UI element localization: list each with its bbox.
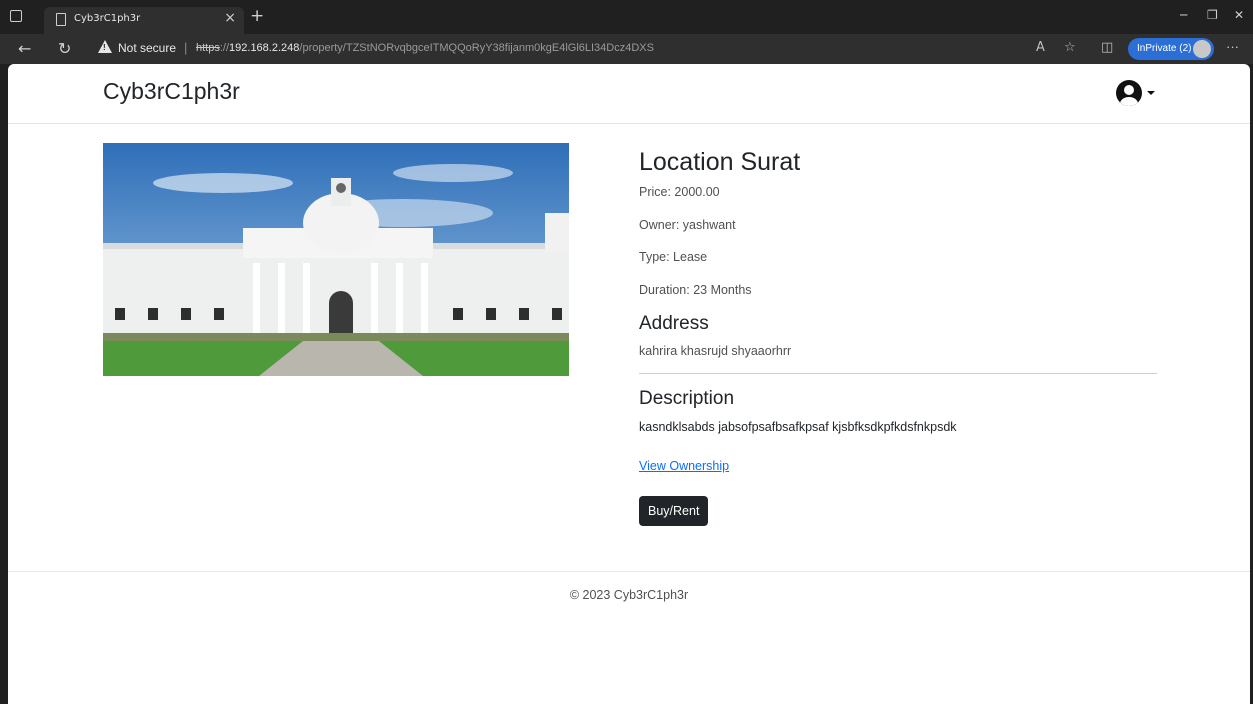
avatar <box>1193 40 1211 58</box>
price-text: Price: 2000.00 <box>639 185 720 199</box>
page-viewport: Cyb3rC1ph3r Location Surat Price: 2000.0… <box>8 64 1250 704</box>
new-tab-button[interactable]: + <box>250 6 264 26</box>
reload-icon[interactable]: ↻ <box>58 39 71 58</box>
caret-down-icon[interactable] <box>1147 91 1155 95</box>
footer-divider <box>8 571 1250 572</box>
inprivate-label: InPrivate (2) <box>1137 43 1192 54</box>
star-icon[interactable]: ☆ <box>1064 40 1076 55</box>
read-aloud-icon[interactable]: A <box>1036 40 1045 55</box>
type-text: Type: Lease <box>639 250 708 264</box>
duration-text: Duration: 23 Months <box>639 283 752 297</box>
address-heading: Address <box>639 313 709 334</box>
site-brand[interactable]: Cyb3rC1ph3r <box>103 78 240 105</box>
url-separator: | <box>184 40 188 55</box>
url-field[interactable]: ! Not secure | https://192.168.2.248/pro… <box>90 37 1120 61</box>
more-icon[interactable]: ··· <box>1226 39 1239 54</box>
address-text: kahrira khasrujd shyaaorhrr <box>639 344 792 358</box>
description-text: kasndklsabds jabsofpsafbsafkpsaf kjsbfks… <box>639 420 957 434</box>
view-ownership-link[interactable]: View Ownership <box>639 459 729 473</box>
buy-rent-button[interactable]: Buy/Rent <box>639 496 709 526</box>
minimize-icon[interactable]: ─ <box>1180 8 1187 22</box>
split-screen-icon[interactable]: ◫ <box>1101 40 1113 55</box>
close-window-icon[interactable]: ✕ <box>1234 8 1244 22</box>
tab-actions-icon[interactable] <box>10 10 22 22</box>
arrow-left-icon[interactable]: ← <box>18 39 31 58</box>
tab-close-button[interactable]: × <box>224 10 236 26</box>
restore-icon[interactable]: ❐ <box>1207 8 1218 22</box>
page-icon <box>56 13 66 26</box>
browser-tab-bar: Cyb3rC1ph3r × + ─ ❐ ✕ <box>0 0 1253 34</box>
security-label[interactable]: Not secure <box>118 41 176 55</box>
browser-tab[interactable]: Cyb3rC1ph3r × <box>44 7 244 34</box>
footer-copyright: © 2023 Cyb3rC1ph3r <box>569 588 689 602</box>
divider <box>639 373 1157 374</box>
tab-title: Cyb3rC1ph3r <box>74 13 141 24</box>
user-circle-icon[interactable] <box>1116 80 1142 106</box>
description-heading: Description <box>639 388 735 409</box>
url-text[interactable]: https://192.168.2.248/property/TZStNORvq… <box>196 42 654 54</box>
page-title: Location Surat <box>639 148 801 176</box>
property-image <box>103 143 569 376</box>
site-navbar: Cyb3rC1ph3r <box>8 64 1250 124</box>
owner-text: Owner: yashwant <box>639 218 736 232</box>
inprivate-badge[interactable]: InPrivate (2) <box>1128 38 1214 60</box>
browser-address-bar: ← ↻ ! Not secure | https://192.168.2.248… <box>0 34 1253 64</box>
